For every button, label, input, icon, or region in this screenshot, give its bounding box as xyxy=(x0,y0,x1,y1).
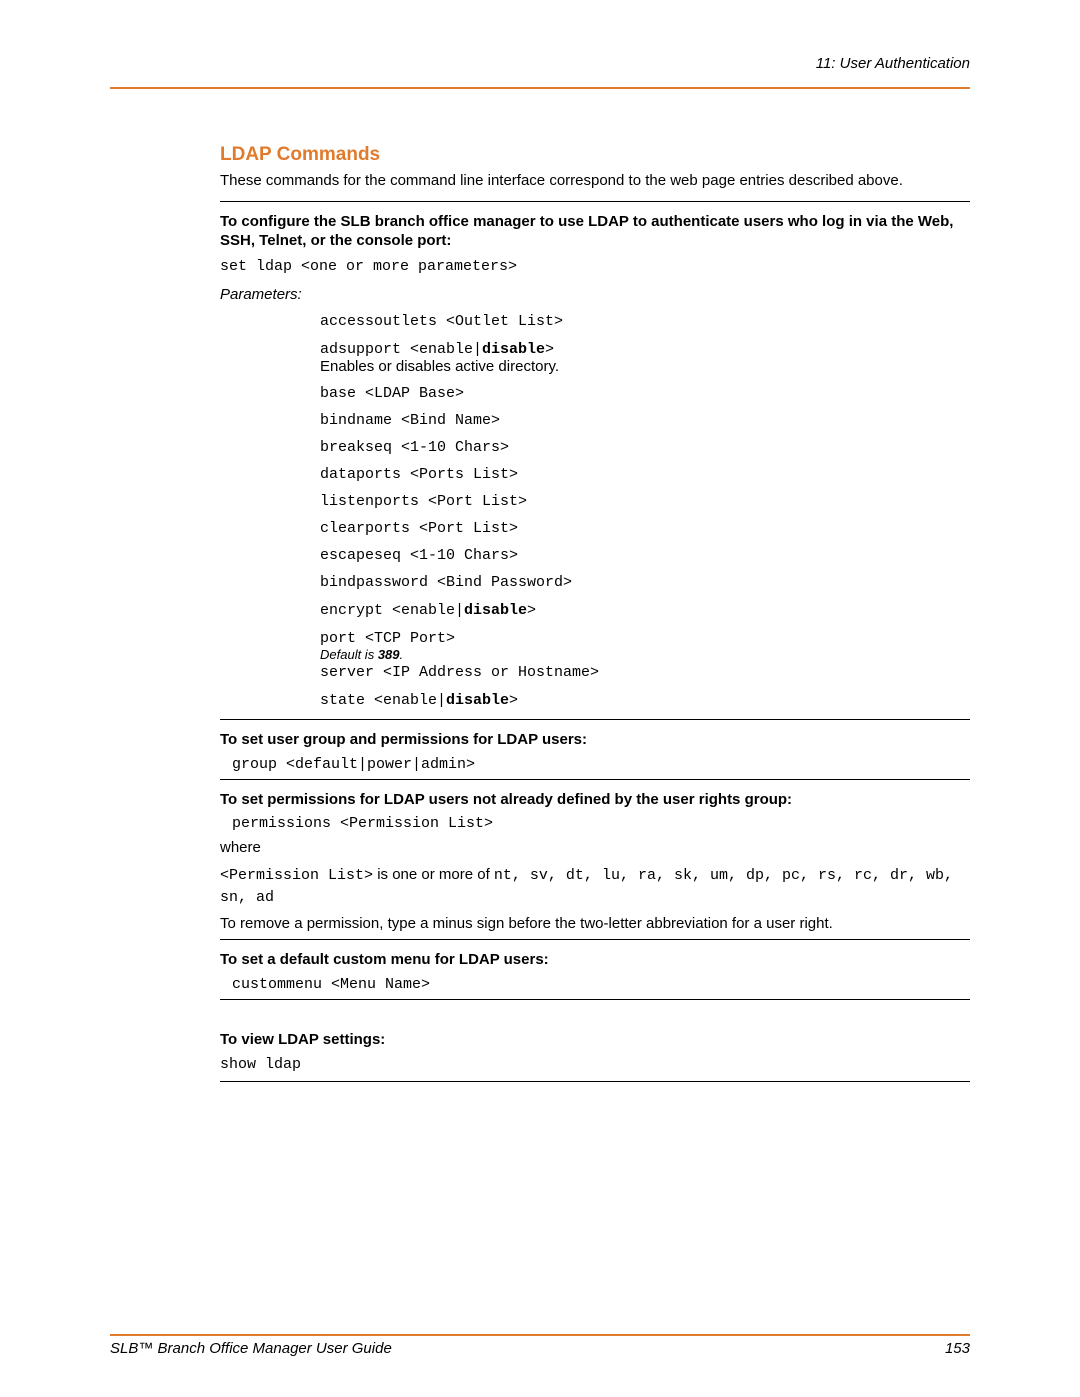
instruction-view: To view LDAP settings: xyxy=(220,1030,970,1050)
command-set-ldap: set ldap <one or more parameters> xyxy=(220,257,970,277)
divider xyxy=(220,779,970,780)
param-port: port <TCP Port> Default is 389. xyxy=(320,629,970,662)
param-bindname: bindname <Bind Name> xyxy=(320,412,970,429)
param-text: > xyxy=(509,692,518,709)
section-heading: LDAP Commands xyxy=(220,144,970,166)
param-text: adsupport <enable| xyxy=(320,341,482,358)
param-dataports: dataports <Ports List> xyxy=(320,466,970,483)
param-accessoutlets: accessoutlets <Outlet List> xyxy=(320,313,970,330)
param-note: Enables or disables active directory. xyxy=(320,358,970,375)
param-bold: disable xyxy=(464,602,527,619)
main-content: LDAP Commands These commands for the com… xyxy=(220,144,970,1082)
param-clearports: clearports <Port List> xyxy=(320,520,970,537)
footer-title: SLB™ Branch Office Manager User Guide xyxy=(110,1340,392,1357)
param-text: > xyxy=(527,602,536,619)
param-bold: disable xyxy=(482,341,545,358)
note-text: . xyxy=(400,647,404,662)
parameters-list: accessoutlets <Outlet List> adsupport <e… xyxy=(320,313,970,709)
divider xyxy=(220,719,970,720)
permission-list-mid: is one or more of xyxy=(373,866,494,883)
command-custommenu: custommenu <Menu Name> xyxy=(232,976,970,993)
instruction-custommenu: To set a default custom menu for LDAP us… xyxy=(220,950,970,970)
param-escapeseq: escapeseq <1-10 Chars> xyxy=(320,547,970,564)
param-bindpassword: bindpassword <Bind Password> xyxy=(320,574,970,591)
param-bold: disable xyxy=(446,692,509,709)
page-number: 153 xyxy=(945,1340,970,1357)
footer-rule xyxy=(110,1334,970,1336)
param-default-note: Default is 389. xyxy=(320,647,970,662)
parameters-label: Parameters: xyxy=(220,286,970,303)
param-text: port <TCP Port> xyxy=(320,630,455,647)
divider xyxy=(220,1081,970,1082)
document-page: 11: User Authentication LDAP Commands Th… xyxy=(0,0,1080,1397)
divider xyxy=(220,939,970,940)
note-text: Default is xyxy=(320,647,378,662)
remove-permission-note: To remove a permission, type a minus sig… xyxy=(220,914,970,934)
running-header: 11: User Authentication xyxy=(110,55,970,72)
divider xyxy=(220,201,970,202)
command-group: group <default|power|admin> xyxy=(232,756,970,773)
param-listenports: listenports <Port List> xyxy=(320,493,970,510)
param-state: state <enable|disable> xyxy=(320,691,970,709)
param-adsupport: adsupport <enable|disable> Enables or di… xyxy=(320,340,970,375)
param-breakseq: breakseq <1-10 Chars> xyxy=(320,439,970,456)
divider xyxy=(220,999,970,1000)
note-bold: 389 xyxy=(378,647,400,662)
instruction-configure: To configure the SLB branch office manag… xyxy=(220,212,970,251)
instruction-group: To set user group and permissions for LD… xyxy=(220,730,970,750)
permission-list-code: <Permission List> xyxy=(220,867,373,884)
param-server: server <IP Address or Hostname> xyxy=(320,664,970,681)
command-show-ldap: show ldap xyxy=(220,1055,970,1075)
instruction-permissions: To set permissions for LDAP users not al… xyxy=(220,790,970,810)
param-text: state <enable| xyxy=(320,692,446,709)
param-encrypt: encrypt <enable|disable> xyxy=(320,601,970,619)
param-text: > xyxy=(545,341,554,358)
intro-paragraph: These commands for the command line inte… xyxy=(220,172,970,191)
page-footer: SLB™ Branch Office Manager User Guide 15… xyxy=(110,1334,970,1357)
param-text: encrypt <enable| xyxy=(320,602,464,619)
param-base: base <LDAP Base> xyxy=(320,385,970,402)
permission-list-desc: <Permission List> is one or more of nt, … xyxy=(220,864,970,908)
command-permissions: permissions <Permission List> xyxy=(232,815,970,832)
where-label: where xyxy=(220,838,970,858)
header-rule xyxy=(110,87,970,89)
